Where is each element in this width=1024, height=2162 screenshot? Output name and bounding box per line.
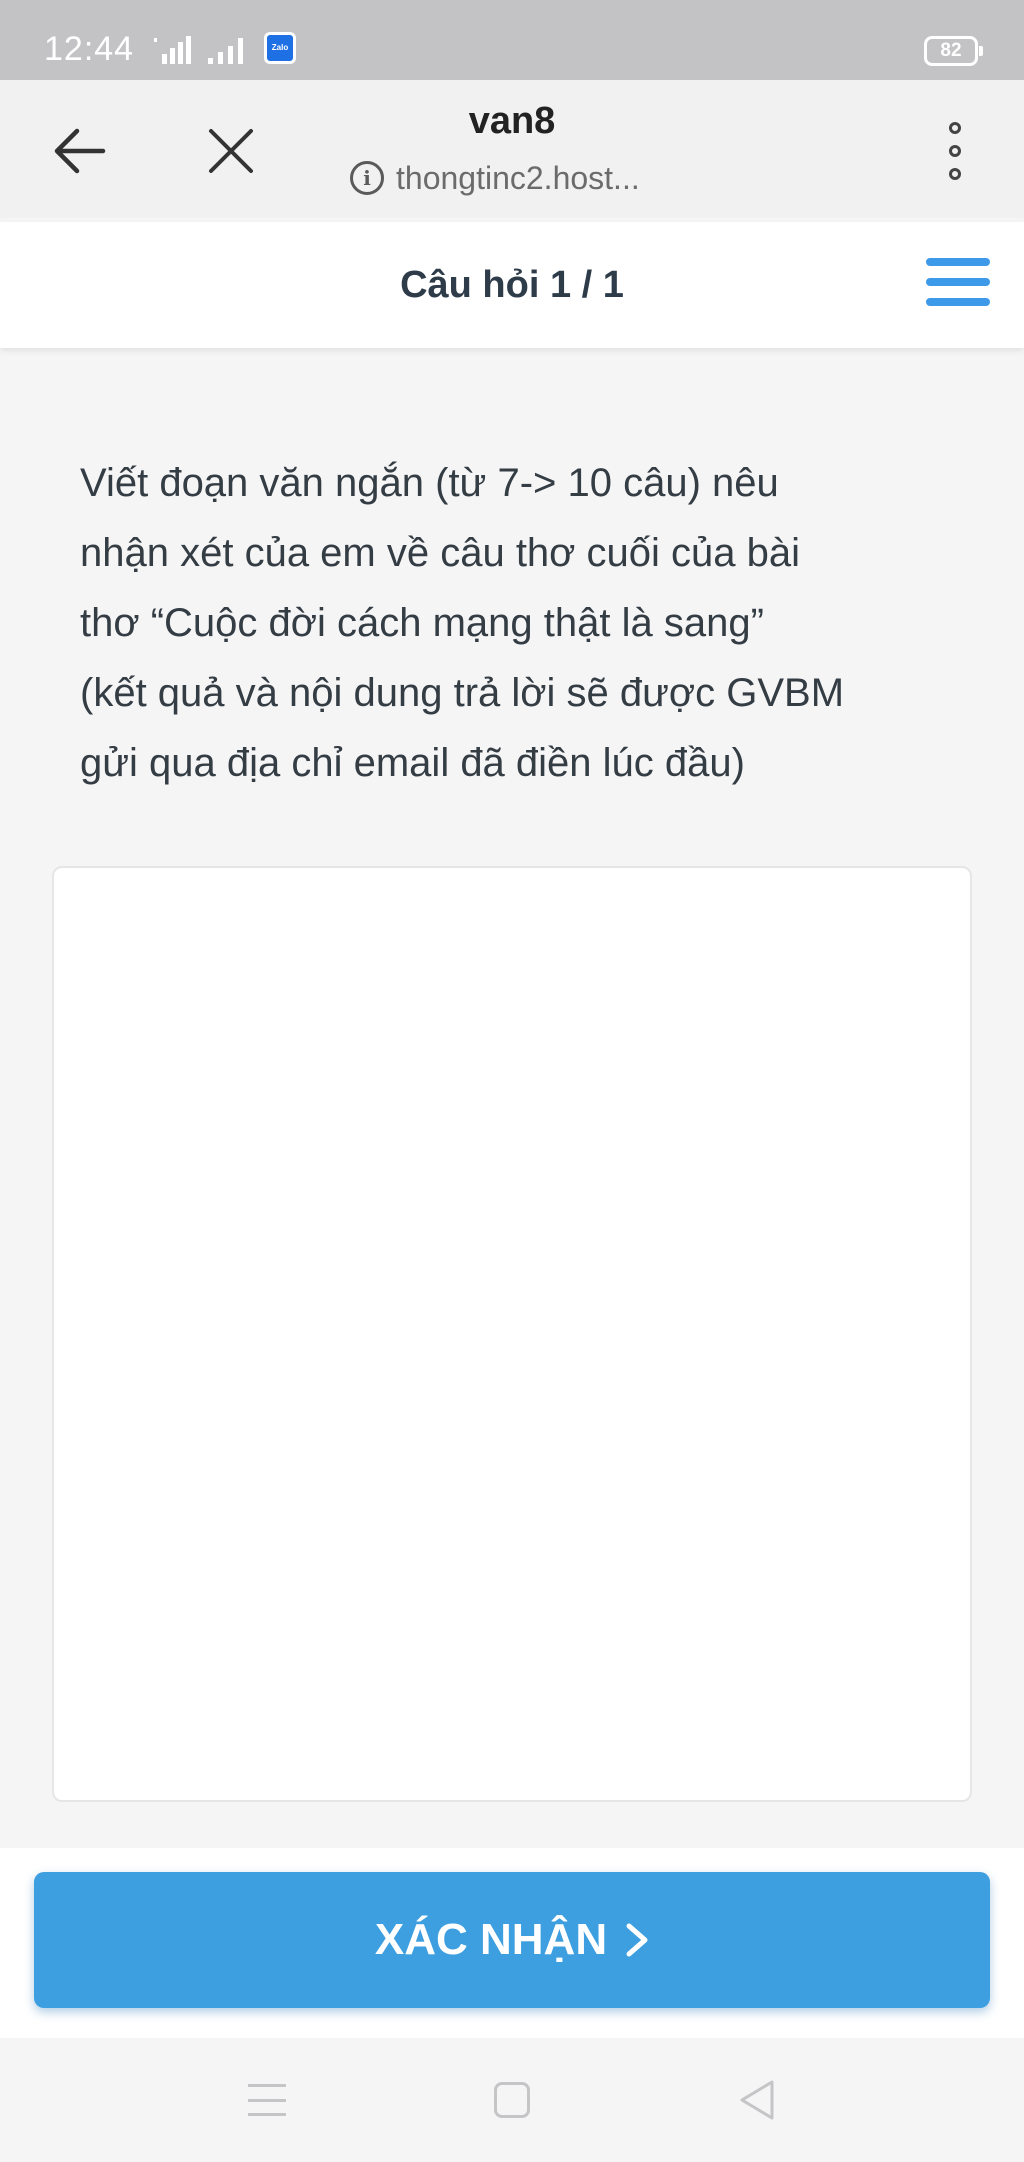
close-button[interactable]: [196, 116, 266, 186]
page-title: van8: [468, 100, 556, 142]
chevron-right-icon: [626, 1923, 648, 1957]
quiz-header: Câu hỏi 1 / 1: [0, 222, 1024, 348]
info-icon[interactable]: i: [350, 161, 384, 195]
menu-icon-bar: [926, 258, 990, 266]
menu-icon[interactable]: [926, 252, 990, 312]
more-options-button[interactable]: [940, 116, 970, 186]
question-line: nhận xét của em về câu thơ cuối của bài: [80, 531, 800, 575]
footer: XÁC NHẬN: [0, 1848, 1024, 2038]
browser-toolbar: van8 i thongtinc2.host...: [0, 80, 1024, 218]
more-vert-icon-dot: [949, 145, 961, 157]
system-nav-bar: [0, 2038, 1024, 2162]
url-text: thongtinc2.host...: [396, 159, 640, 196]
menu-icon-line: [248, 2084, 286, 2087]
answer-textarea[interactable]: [52, 866, 972, 1802]
close-icon: [209, 129, 253, 173]
battery-icon: 82: [924, 36, 983, 66]
back-arrow-icon: [54, 128, 106, 174]
menu-icon[interactable]: [248, 2084, 286, 2116]
confirm-button[interactable]: XÁC NHẬN: [34, 1872, 990, 2008]
url-bar[interactable]: i thongtinc2.host...: [350, 156, 640, 200]
status-bar: 12:44 Zalo 82: [0, 0, 1024, 80]
signal-strength-icon: [208, 38, 243, 64]
question-counter: Câu hỏi 1 / 1: [400, 264, 624, 306]
question-line: Viết đoạn văn ngắn (từ 7-> 10 câu) nêu: [80, 461, 779, 505]
question-text: Viết đoạn văn ngắn (từ 7-> 10 câu) nêu n…: [80, 448, 960, 798]
home-icon[interactable]: [494, 2082, 530, 2118]
menu-icon-bar: [926, 298, 990, 306]
question-line: thơ “Cuộc đời cách mạng thật là sang”: [80, 601, 764, 645]
question-line: (kết quả và nội dung trả lời sẽ được GVB…: [80, 671, 845, 715]
menu-icon-line: [248, 2113, 286, 2116]
menu-icon-bar: [926, 278, 990, 286]
confirm-button-label: XÁC NHẬN: [374, 1915, 608, 1964]
status-time: 12:44: [44, 30, 135, 68]
more-vert-icon-dot: [949, 168, 961, 180]
more-vert-icon-dot: [949, 122, 961, 134]
menu-icon-line: [248, 2098, 286, 2102]
signal-icon: [154, 36, 191, 64]
battery-level: 82: [940, 40, 962, 61]
question-line: gửi qua địa chỉ email đã điền lúc đầu): [80, 741, 745, 785]
back-button[interactable]: [44, 116, 114, 186]
zalo-app-icon: Zalo: [264, 32, 296, 64]
back-triangle-icon[interactable]: [736, 2078, 776, 2122]
